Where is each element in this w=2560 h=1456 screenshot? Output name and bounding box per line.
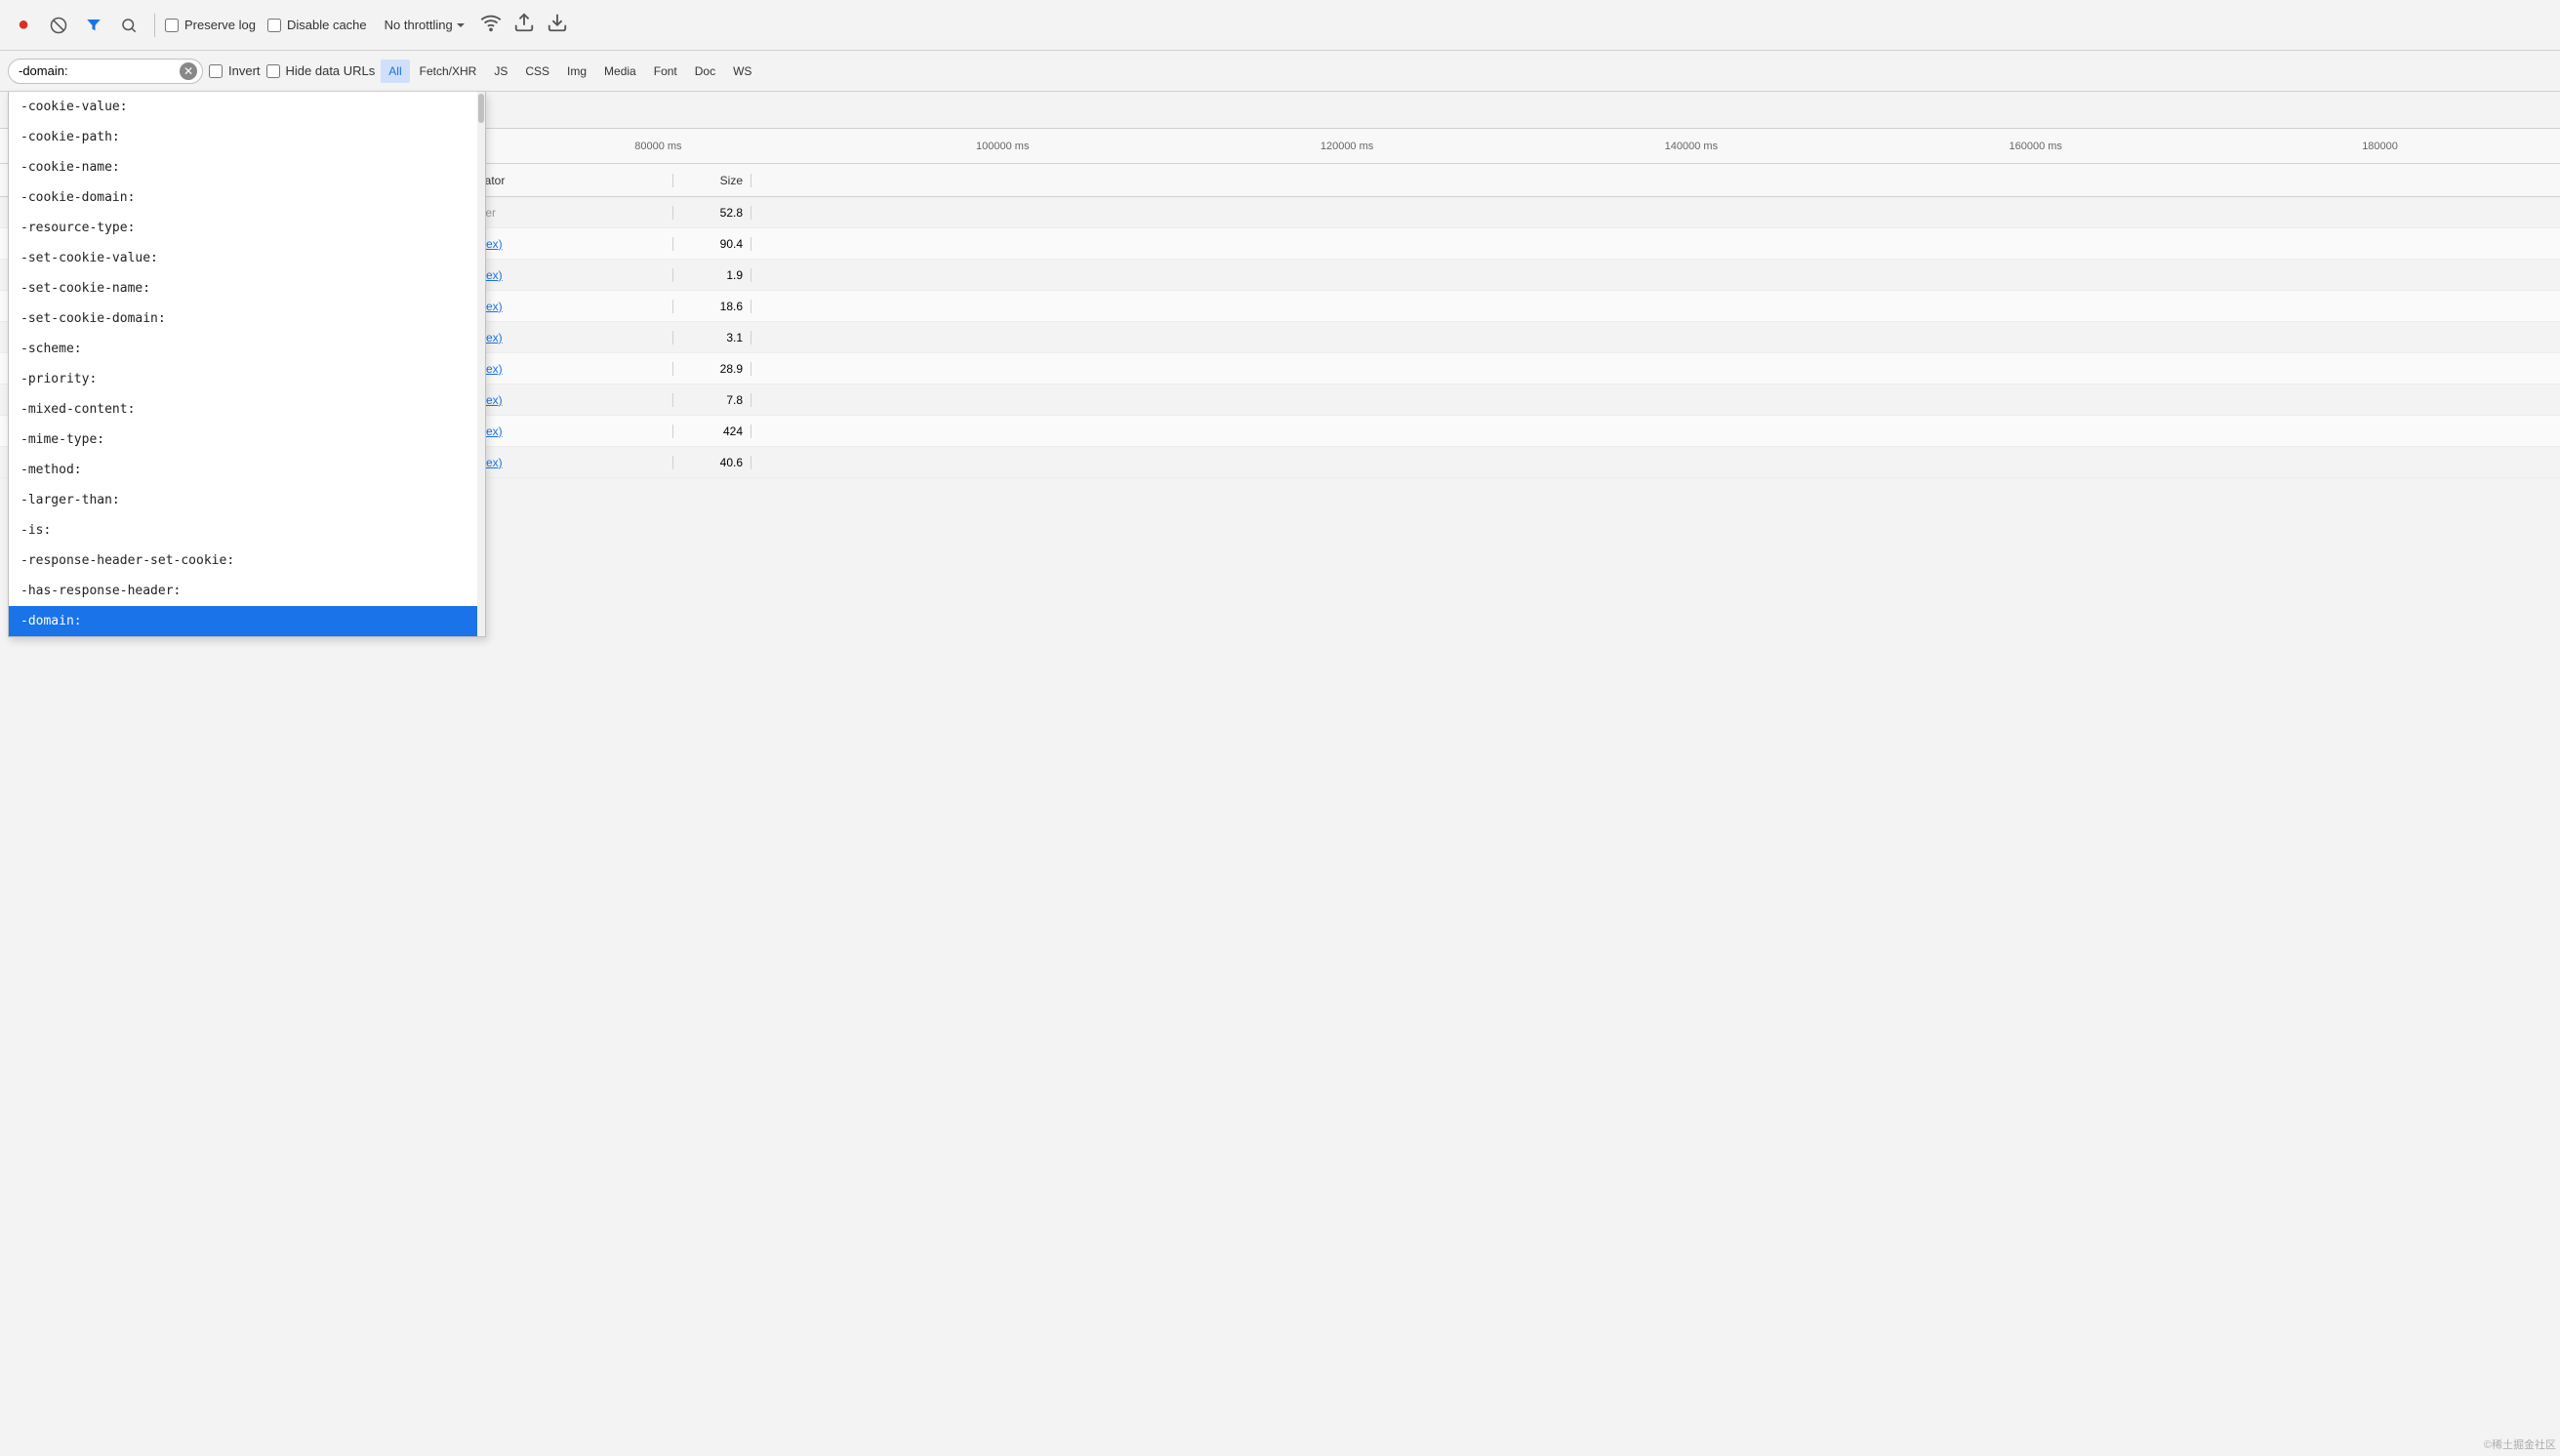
filter-type-btn-all[interactable]: All (381, 60, 409, 83)
autocomplete-item[interactable]: -is: (9, 515, 485, 546)
autocomplete-item[interactable]: -set-cookie-domain: (9, 303, 485, 334)
autocomplete-item[interactable]: -set-cookie-value: (9, 243, 485, 273)
timeline-tick: 120000 ms (1175, 141, 1520, 152)
autocomplete-item[interactable]: -cookie-value: (9, 92, 485, 122)
autocomplete-item[interactable]: -method: (9, 455, 485, 485)
devtools-toolbar: ● Preserve log Disable cache No throttli… (0, 0, 2560, 51)
autocomplete-item[interactable]: -cookie-path: (9, 122, 485, 152)
disable-cache-checkbox[interactable] (267, 19, 281, 32)
dropdown-scrollbar[interactable] (477, 92, 485, 636)
disable-cache-label[interactable]: Disable cache (267, 18, 367, 32)
autocomplete-item[interactable]: -resource-type: (9, 213, 485, 243)
throttle-label: No throttling (385, 18, 453, 32)
export-har-icon[interactable] (543, 8, 572, 42)
cell-initiator[interactable]: (index) (459, 237, 673, 251)
cell-initiator[interactable]: (index) (459, 425, 673, 438)
watermark: ©稀土掘金社区 (2484, 1436, 2556, 1452)
autocomplete-item[interactable]: -mixed-content: (9, 394, 485, 425)
timeline-tick: 80000 ms (486, 141, 831, 152)
throttle-button[interactable]: No throttling (379, 14, 472, 36)
cell-size: 28.9 (673, 362, 752, 376)
timeline-tick: 160000 ms (1863, 141, 2208, 152)
filter-type-btn-ws[interactable]: WS (725, 60, 759, 83)
filter-type-buttons: AllFetch/XHRJSCSSImgMediaFontDocWS (381, 60, 759, 83)
disable-cache-text: Disable cache (287, 18, 367, 32)
autocomplete-item[interactable]: -domain: (9, 606, 485, 636)
cell-size: 7.8 (673, 393, 752, 407)
hide-data-urls-label[interactable]: Hide data URLs (266, 63, 376, 78)
cell-size: 424 (673, 425, 752, 438)
import-har-icon[interactable] (509, 8, 539, 42)
cell-size: 40.6 (673, 456, 752, 469)
filter-type-btn-media[interactable]: Media (596, 60, 644, 83)
autocomplete-item[interactable]: -larger-than: (9, 485, 485, 515)
search-button[interactable] (113, 10, 144, 41)
cell-initiator[interactable]: (index) (459, 362, 673, 376)
search-wrapper: ✕ (8, 59, 203, 84)
filter-bar: ✕ Invert Hide data URLs AllFetch/XHRJSCS… (0, 51, 2560, 92)
cell-initiator[interactable]: (index) (459, 300, 673, 313)
chevron-down-icon (455, 20, 467, 31)
preserve-log-text: Preserve log (184, 18, 256, 32)
cell-size: 1.9 (673, 268, 752, 282)
invert-label[interactable]: Invert (209, 63, 261, 78)
toolbar-divider-1 (154, 14, 155, 37)
cell-initiator[interactable]: (index) (459, 456, 673, 469)
cell-size: 52.8 (673, 206, 752, 220)
timeline-tick: 140000 ms (1519, 141, 1863, 152)
cell-initiator[interactable]: (index) (459, 393, 673, 407)
autocomplete-item[interactable]: -priority: (9, 364, 485, 394)
cell-size: 90.4 (673, 237, 752, 251)
invert-checkbox[interactable] (209, 64, 223, 78)
col-header-size[interactable]: Size (673, 174, 752, 187)
timeline-tick: 100000 ms (831, 141, 1175, 152)
clear-button[interactable] (43, 10, 74, 41)
autocomplete-item[interactable]: -cookie-domain: (9, 182, 485, 213)
autocomplete-item[interactable]: -set-cookie-name: (9, 273, 485, 303)
hide-data-urls-checkbox[interactable] (266, 64, 280, 78)
autocomplete-item[interactable]: -cookie-name: (9, 152, 485, 182)
autocomplete-item[interactable]: -scheme: (9, 334, 485, 364)
preserve-log-label[interactable]: Preserve log (165, 18, 256, 32)
autocomplete-item[interactable]: -response-header-set-cookie: (9, 546, 485, 576)
cell-initiator[interactable]: (index) (459, 268, 673, 282)
col-header-initiator[interactable]: Initiator (459, 174, 673, 187)
clear-search-button[interactable]: ✕ (180, 62, 197, 80)
preserve-log-checkbox[interactable] (165, 19, 179, 32)
hide-data-urls-text: Hide data URLs (286, 63, 376, 78)
network-conditions-icon[interactable] (476, 8, 506, 42)
filter-type-btn-doc[interactable]: Doc (687, 60, 723, 83)
dropdown-scrollbar-thumb (478, 94, 484, 123)
autocomplete-dropdown: -cookie-value:-cookie-path:-cookie-name:… (8, 92, 486, 637)
cell-size: 3.1 (673, 331, 752, 344)
autocomplete-item[interactable]: -has-response-header: (9, 576, 485, 606)
timeline-tick: 180000 (2208, 141, 2552, 152)
cell-initiator: Other (459, 206, 673, 220)
cell-size: 18.6 (673, 300, 752, 313)
filter-type-btn-img[interactable]: Img (559, 60, 594, 83)
invert-text: Invert (228, 63, 261, 78)
filter-type-btn-js[interactable]: JS (486, 60, 515, 83)
filter-type-btn-fetch/xhr[interactable]: Fetch/XHR (412, 60, 485, 83)
filter-type-btn-font[interactable]: Font (646, 60, 685, 83)
filter-type-btn-css[interactable]: CSS (517, 60, 557, 83)
search-input[interactable] (8, 59, 203, 84)
cell-initiator[interactable]: (index) (459, 331, 673, 344)
filter-button[interactable] (78, 10, 109, 41)
timeline-ticks: 80000 ms100000 ms120000 ms140000 ms16000… (478, 141, 2560, 152)
record-button[interactable]: ● (8, 10, 39, 41)
autocomplete-item[interactable]: -mime-type: (9, 425, 485, 455)
